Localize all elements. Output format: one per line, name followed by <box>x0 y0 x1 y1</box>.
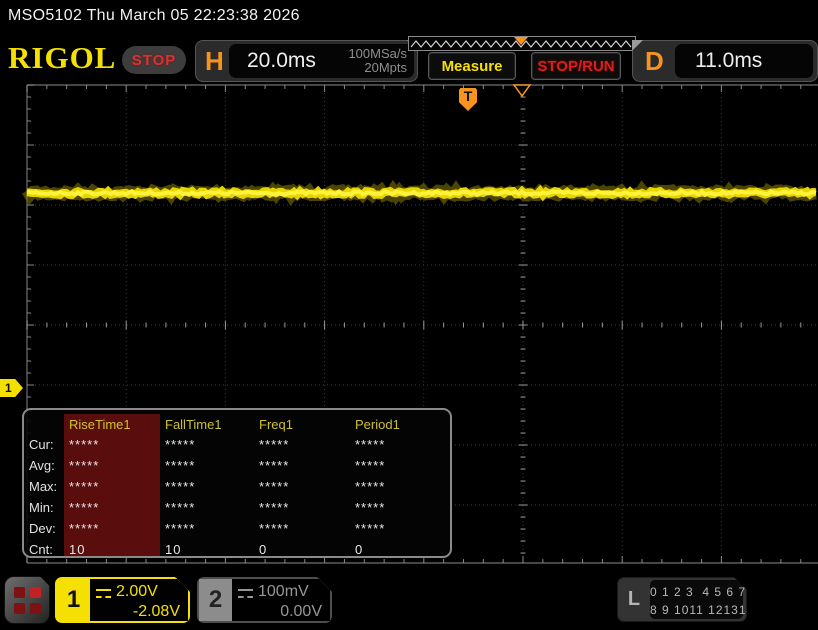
trigger-delay-value: 11.0ms <box>695 49 762 73</box>
acquisition-status-badge[interactable]: STOP <box>122 46 186 74</box>
channel2-scale: 100mV <box>258 582 309 602</box>
top-status-bar: MSO5102 Thu March 05 22:23:38 2026 <box>0 0 818 32</box>
measurement-row-avg: Avg: ***** ***** ***** ***** <box>24 455 450 476</box>
stop-run-button-label: STOP/RUN <box>537 58 614 75</box>
delay-inner: 11.0ms <box>675 44 813 78</box>
waveform-overview-bar[interactable] <box>408 36 636 51</box>
channel1-offset: -2.08V <box>96 602 180 622</box>
logic-digits-row1: 0 1 2 3 4 5 6 7 <box>650 583 743 601</box>
measurement-header-row: RiseTime1 FallTime1 Freq1 Period1 <box>24 414 450 434</box>
measurement-column-freq[interactable]: Freq1 <box>254 414 350 434</box>
channel2-number: 2 <box>199 579 232 621</box>
timebase-value: 20.0ms <box>247 49 316 73</box>
rigol-logo: RIGOL <box>8 40 116 76</box>
measurement-column-risetime[interactable]: RiseTime1 <box>64 414 160 434</box>
menu-grid-icon <box>14 587 41 614</box>
channel1-values: 2.00V -2.08V <box>90 579 188 621</box>
channel1-block[interactable]: 1 2.00V -2.08V <box>55 577 190 623</box>
trigger-delay-panel[interactable]: D 11.0ms <box>632 40 818 82</box>
measurement-column-falltime[interactable]: FallTime1 <box>160 414 254 434</box>
logic-label: L <box>618 578 650 621</box>
measurement-row-min: Min: ***** ***** ***** ***** <box>24 497 450 518</box>
waveform-display-area: T 1 RiseTime1 FallTime1 Freq1 Period1 Cu… <box>0 84 818 570</box>
channel1-waveform-trace <box>27 192 816 195</box>
trigger-position-indicator[interactable] <box>514 85 530 96</box>
trigger-badge-letter: T <box>464 88 473 105</box>
channel2-block[interactable]: 2 100mV 0.00V <box>197 577 332 623</box>
acquisition-status-label: STOP <box>132 52 177 69</box>
channel2-offset: 0.00V <box>238 602 322 622</box>
channel2-values: 100mV 0.00V <box>232 579 330 621</box>
dc-coupling-icon <box>96 589 111 598</box>
model-and-datetime: MSO5102 Thu March 05 22:23:38 2026 <box>8 7 300 25</box>
logic-digits-row2: 8 9 1011 12131415 <box>650 601 743 619</box>
channel1-number: 1 <box>57 579 90 621</box>
memory-depth: 20Mpts <box>364 60 407 75</box>
measure-button[interactable]: Measure <box>428 52 516 80</box>
sample-rate-and-depth: 100MSa/s 20Mpts <box>348 47 407 75</box>
h-label: H <box>205 46 224 77</box>
quick-menu-button[interactable] <box>4 576 50 624</box>
measurement-row-dev: Dev: ***** ***** ***** ***** <box>24 518 450 539</box>
channel1-scale: 2.00V <box>116 582 158 602</box>
measurement-row-cur: Cur: ***** ***** ***** ***** <box>24 434 450 455</box>
d-label: D <box>645 46 664 77</box>
panel-corner-fold-icon <box>632 40 643 51</box>
measurement-row-max: Max: ***** ***** ***** ***** <box>24 476 450 497</box>
stop-run-button[interactable]: STOP/RUN <box>531 52 621 80</box>
oscilloscope-screen: MSO5102 Thu March 05 22:23:38 2026 RIGOL… <box>0 0 818 630</box>
measurement-panel[interactable]: RiseTime1 FallTime1 Freq1 Period1 Cur: *… <box>22 408 452 558</box>
logic-channel-digits: 0 1 2 3 4 5 6 7 8 9 1011 12131415 <box>650 580 743 619</box>
overview-zigzag-icon <box>409 37 635 50</box>
dc-coupling-icon <box>238 589 253 598</box>
measurement-column-period[interactable]: Period1 <box>350 414 446 434</box>
timebase-inner: 20.0ms 100MSa/s 20Mpts <box>229 44 414 78</box>
sample-rate: 100MSa/s <box>348 46 407 61</box>
logic-analyzer-block[interactable]: L 0 1 2 3 4 5 6 7 8 9 1011 12131415 <box>617 577 747 622</box>
horizontal-timebase-panel[interactable]: H 20.0ms 100MSa/s 20Mpts <box>195 40 418 82</box>
measure-button-label: Measure <box>442 58 503 75</box>
measurement-row-cnt: Cnt: 10 10 0 0 <box>24 539 450 558</box>
channel1-ground-label: 1 <box>5 381 12 395</box>
